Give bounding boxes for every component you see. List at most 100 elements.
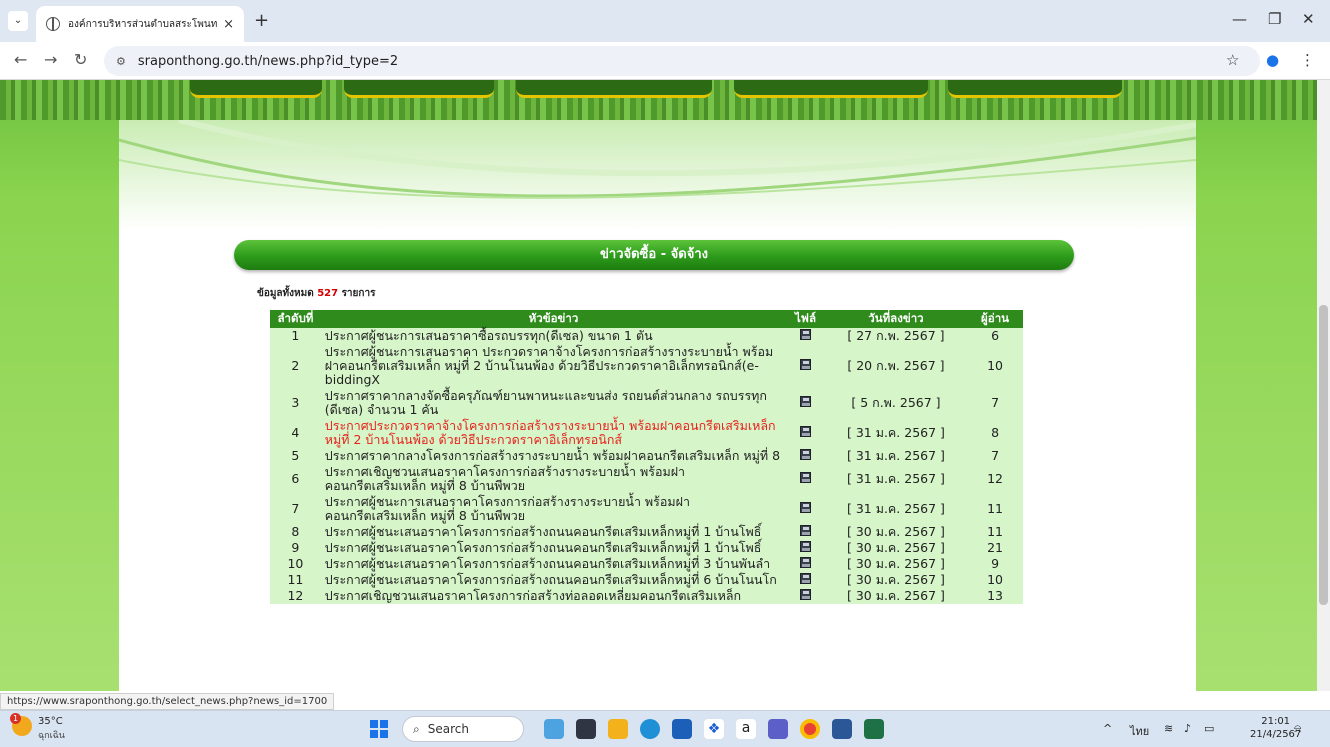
news-title-link[interactable]: ประกาศราคากลางโครงการก่อสร้างรางระบายน้ำ… xyxy=(320,448,787,464)
floppy-disk-icon[interactable] xyxy=(800,573,811,584)
file-download-icon[interactable] xyxy=(786,540,825,556)
file-download-icon[interactable] xyxy=(786,588,825,604)
read-count: 10 xyxy=(967,344,1023,388)
table-row[interactable]: 7 ประกาศผู้ชนะการเสนอราคาโครงการก่อสร้างร… xyxy=(270,494,1023,524)
browser-menu-icon[interactable]: ⋮ xyxy=(1300,51,1315,69)
app-landscape-icon[interactable] xyxy=(544,719,564,739)
news-title-link[interactable]: ประกาศผู้ชนะการเสนอราคาโครงการก่อสร้างรา… xyxy=(320,494,787,524)
excel-icon[interactable] xyxy=(864,719,884,739)
reload-icon[interactable]: ↻ xyxy=(74,50,87,69)
store-icon[interactable] xyxy=(672,719,692,739)
count-value: 527 xyxy=(317,288,339,299)
table-row[interactable]: 5 ประกาศราคากลางโครงการก่อสร้างรางระบายน้… xyxy=(270,448,1023,464)
search-icon: ⌕ xyxy=(413,721,420,736)
floppy-disk-icon[interactable] xyxy=(800,525,811,536)
site-nav-item[interactable] xyxy=(948,80,1122,98)
wifi-icon[interactable]: ≋ xyxy=(1164,722,1173,735)
file-download-icon[interactable] xyxy=(786,344,825,388)
word-icon[interactable] xyxy=(832,719,852,739)
forward-icon[interactable]: → xyxy=(44,50,57,69)
notification-bell-icon[interactable]: ⍾ xyxy=(1294,722,1301,736)
amazon-icon[interactable]: a xyxy=(736,719,756,739)
weather-widget[interactable]: 1 35°C ฉุกเฉิน xyxy=(10,713,65,741)
table-row[interactable]: 10 ประกาศผู้ชนะเสนอราคาโครงการก่อสร้างถนน… xyxy=(270,556,1023,572)
restore-icon[interactable]: ❐ xyxy=(1268,10,1281,28)
floppy-disk-icon[interactable] xyxy=(800,557,811,568)
news-title-link[interactable]: ประกาศเชิญชวนเสนอราคาโครงการก่อสร้างท่อล… xyxy=(320,588,787,604)
news-title-link[interactable]: ประกาศผู้ชนะเสนอราคาโครงการก่อสร้างถนนคอ… xyxy=(320,540,787,556)
table-row[interactable]: 3 ประกาศราคากลางจัดซื้อครุภัณฑ์ยานพาหนะแล… xyxy=(270,388,1023,418)
start-button[interactable] xyxy=(370,720,388,738)
site-nav-item[interactable] xyxy=(516,80,712,98)
taskbar-search[interactable]: ⌕ Search xyxy=(402,716,524,742)
news-title-link[interactable]: ประกาศผู้ชนะเสนอราคาโครงการก่อสร้างถนนคอ… xyxy=(320,572,787,588)
table-row[interactable]: 6 ประกาศเชิญชวนเสนอราคาโครงการก่อสร้างราง… xyxy=(270,464,1023,494)
floppy-disk-icon[interactable] xyxy=(800,449,811,460)
table-row[interactable]: 8 ประกาศผู้ชนะเสนอราคาโครงการก่อสร้างถนนค… xyxy=(270,524,1023,540)
file-explorer-icon[interactable] xyxy=(608,719,628,739)
floppy-disk-icon[interactable] xyxy=(800,589,811,600)
site-nav-item[interactable] xyxy=(344,80,494,98)
site-info-icon[interactable]: ⚙ xyxy=(116,55,126,68)
file-download-icon[interactable] xyxy=(786,418,825,448)
floppy-disk-icon[interactable] xyxy=(800,359,811,370)
site-nav-item[interactable] xyxy=(190,80,322,98)
row-number: 3 xyxy=(270,388,321,418)
tab-search-button[interactable]: ⌄ xyxy=(8,11,28,31)
edge-browser-icon[interactable] xyxy=(640,719,660,739)
volume-icon[interactable]: ♪ xyxy=(1184,722,1191,735)
file-download-icon[interactable] xyxy=(786,464,825,494)
file-download-icon[interactable] xyxy=(786,448,825,464)
news-title-link[interactable]: ประกาศผู้ชนะการเสนอราคาซื้อรถบรรทุก(ดีเซ… xyxy=(320,328,787,344)
input-language[interactable]: ไทย xyxy=(1130,722,1149,740)
app-tablet-icon[interactable] xyxy=(576,719,596,739)
file-download-icon[interactable] xyxy=(786,328,825,344)
new-tab-button[interactable]: + xyxy=(254,10,269,31)
news-title-link[interactable]: ประกาศเชิญชวนเสนอราคาโครงการก่อสร้างรางร… xyxy=(320,464,787,494)
news-date: [ 30 ม.ค. 2567 ] xyxy=(824,556,968,572)
teams-icon[interactable] xyxy=(768,719,788,739)
scrollbar-thumb[interactable] xyxy=(1319,305,1328,605)
news-title-link[interactable]: ประกาศราคากลางจัดซื้อครุภัณฑ์ยานพาหนะและ… xyxy=(320,388,787,418)
tray-chevron-icon[interactable]: ^ xyxy=(1103,722,1112,735)
file-download-icon[interactable] xyxy=(786,494,825,524)
close-window-icon[interactable]: ✕ xyxy=(1302,10,1315,28)
floppy-disk-icon[interactable] xyxy=(800,426,811,437)
tab-close-icon[interactable]: × xyxy=(223,17,234,32)
chrome-icon[interactable] xyxy=(800,719,820,739)
dropbox-icon[interactable]: ❖ xyxy=(704,719,724,739)
floppy-disk-icon[interactable] xyxy=(800,329,811,340)
table-row[interactable]: 9 ประกาศผู้ชนะเสนอราคาโครงการก่อสร้างถนนค… xyxy=(270,540,1023,556)
table-row[interactable]: 12 ประกาศเชิญชวนเสนอราคาโครงการก่อสร้างท่… xyxy=(270,588,1023,604)
news-title-link[interactable]: ประกาศผู้ชนะเสนอราคาโครงการก่อสร้างถนนคอ… xyxy=(320,556,787,572)
site-nav-item[interactable] xyxy=(734,80,928,98)
floppy-disk-icon[interactable] xyxy=(800,472,811,483)
floppy-disk-icon[interactable] xyxy=(800,502,811,513)
floppy-disk-icon[interactable] xyxy=(800,541,811,552)
browser-tab-active[interactable]: องค์การบริหารส่วนตำบลสระโพนทอง × xyxy=(36,6,244,42)
table-row[interactable]: 11 ประกาศผู้ชนะเสนอราคาโครงการก่อสร้างถนน… xyxy=(270,572,1023,588)
page-scrollbar[interactable] xyxy=(1317,80,1330,691)
news-date: [ 31 ม.ค. 2567 ] xyxy=(824,494,968,524)
minimize-icon[interactable]: — xyxy=(1232,10,1247,28)
profile-avatar-icon[interactable]: ● xyxy=(1266,51,1279,69)
file-download-icon[interactable] xyxy=(786,388,825,418)
table-row[interactable]: 2 ประกาศผู้ชนะการเสนอราคา ประกวดราคาจ้างโ… xyxy=(270,344,1023,388)
table-row[interactable]: 1 ประกาศผู้ชนะการเสนอราคาซื้อรถบรรทุก(ดีเ… xyxy=(270,328,1023,344)
back-icon[interactable]: ← xyxy=(14,50,27,69)
weather-temp: 35°C xyxy=(38,716,63,727)
table-row[interactable]: 4 ประกาศประกวดราคาจ้างโครงการก่อสร้างรางร… xyxy=(270,418,1023,448)
battery-icon[interactable]: ▭ xyxy=(1204,722,1214,735)
browser-tab-strip: ⌄ องค์การบริหารส่วนตำบลสระโพนทอง × + — ❐… xyxy=(0,0,1330,42)
news-title-link[interactable]: ประกาศผู้ชนะการเสนอราคา ประกวดราคาจ้างโค… xyxy=(320,344,787,388)
bookmark-star-icon[interactable]: ☆ xyxy=(1226,51,1239,69)
news-title-link[interactable]: ประกาศประกวดราคาจ้างโครงการก่อสร้างรางระ… xyxy=(320,418,787,448)
file-download-icon[interactable] xyxy=(786,556,825,572)
file-download-icon[interactable] xyxy=(786,572,825,588)
file-download-icon[interactable] xyxy=(786,524,825,540)
row-number: 12 xyxy=(270,588,321,604)
news-date: [ 31 ม.ค. 2567 ] xyxy=(824,418,968,448)
address-bar[interactable]: ⚙ sraponthong.go.th/news.php?id_type=2 xyxy=(104,46,1260,76)
floppy-disk-icon[interactable] xyxy=(800,396,811,407)
news-title-link[interactable]: ประกาศผู้ชนะเสนอราคาโครงการก่อสร้างถนนคอ… xyxy=(320,524,787,540)
